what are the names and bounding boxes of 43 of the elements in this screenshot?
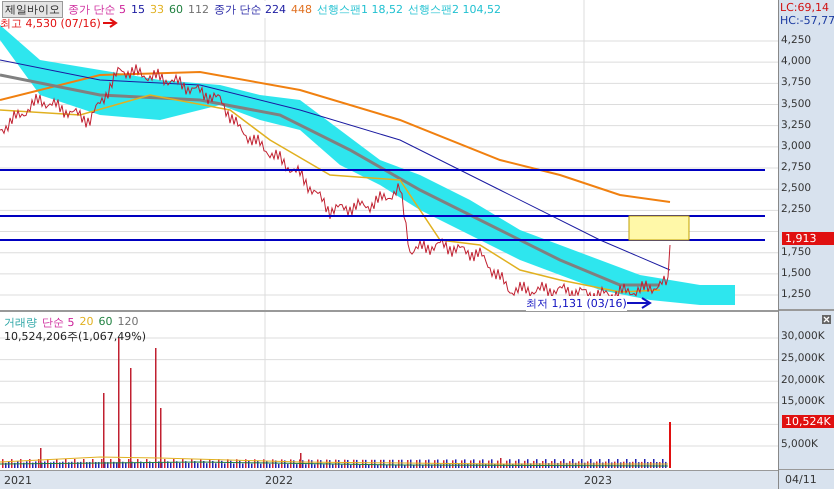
year-label: 2021 <box>4 474 32 487</box>
legend-item: 거래량 <box>4 315 37 330</box>
volume-summary: 10,524,206주(1,067,49%) <box>4 329 146 344</box>
price-tick: 1,500 <box>781 266 812 279</box>
price-tick: 1,250 <box>781 288 812 300</box>
price-tick: 4,250 <box>781 34 812 46</box>
legend-item: 60 <box>169 3 183 16</box>
price-tick: 3,000 <box>781 140 812 152</box>
lc-value: LC:69,14 <box>780 1 830 14</box>
last-date-label: 04/11 <box>785 473 817 486</box>
volume-tick: 15,000K <box>781 395 825 408</box>
legend-item: 단순 5 <box>42 315 74 330</box>
stock-name-button[interactable]: 제일바이오 <box>2 1 63 18</box>
legend-item: 종가 단순 224 <box>214 2 286 17</box>
hc-value: HC:-57,77 <box>780 14 834 27</box>
volume-tick: 30,000K <box>781 330 825 342</box>
price-tick: 4,000 <box>781 55 812 68</box>
price-tick: 3,500 <box>781 98 812 110</box>
legend-item: 선행스팬1 18,52 <box>317 2 403 17</box>
volume-tick: 20,000K <box>781 374 825 386</box>
legend-item: 선행스팬2 104,52 <box>408 2 501 17</box>
volume-tick: 25,000K <box>781 352 825 364</box>
current-price-badge: 1,913 <box>782 232 834 245</box>
current-volume-badge: 10,524K <box>782 415 834 428</box>
price-tick: 1,750 <box>781 246 812 258</box>
legend-item: 종가 단순 5 <box>68 2 126 17</box>
year-label: 2022 <box>265 474 293 487</box>
volume-tick: 5,000K <box>781 438 818 450</box>
legend-item: 15 <box>131 3 145 16</box>
legend-item: 60 <box>98 315 112 330</box>
price-tick: 2,750 <box>781 161 812 174</box>
legend-item: 448 <box>291 3 312 16</box>
price-tick: 2,500 <box>781 182 812 194</box>
legend-item: 20 <box>80 315 94 330</box>
low-price-label: 최저 1,131 (03/16) <box>526 296 627 311</box>
legend-item: 33 <box>150 3 164 16</box>
legend-item: 120 <box>118 315 138 330</box>
high-price-label: 최고 4,530 (07/16) <box>0 16 101 31</box>
price-tick: 3,750 <box>781 76 812 88</box>
legend-item: 112 <box>188 3 209 16</box>
price-tick: 3,250 <box>781 118 812 131</box>
year-label: 2023 <box>584 474 612 487</box>
price-tick: 2,250 <box>781 203 812 216</box>
